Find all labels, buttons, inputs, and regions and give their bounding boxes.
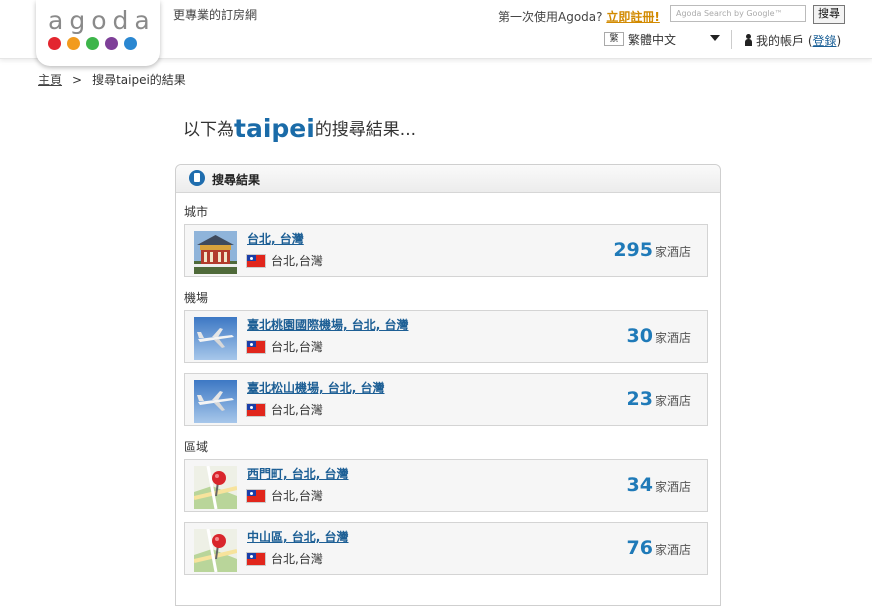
results-panel-header: 搜尋結果 xyxy=(176,165,720,193)
logo-dot-green xyxy=(86,37,99,50)
agoda-logo[interactable]: agoda xyxy=(36,0,160,66)
result-location: 台北,台灣 xyxy=(247,550,323,567)
logo-dots xyxy=(48,37,137,50)
hotel-count-number: 76 xyxy=(626,537,653,559)
breadcrumb: 主頁 > 搜尋taipei的結果 xyxy=(38,71,186,88)
breadcrumb-current: 搜尋taipei的結果 xyxy=(92,73,186,87)
logo-dot-orange xyxy=(67,37,80,50)
login-close-paren: ) xyxy=(836,34,842,48)
result-name-link[interactable]: 中山區, 台北, 台灣 xyxy=(247,528,348,545)
search-results-panel: 搜尋結果 城市 台北, 台灣 台北,台灣 295 家酒店 機場 臺北桃園國際機場… xyxy=(175,164,721,606)
result-row[interactable]: 臺北桃園國際機場, 台北, 台灣 台北,台灣 30 家酒店 xyxy=(184,310,708,363)
search-button[interactable]: 搜尋 xyxy=(813,5,845,24)
result-location: 台北,台灣 xyxy=(247,401,323,418)
login-link[interactable]: 登錄 xyxy=(813,34,837,48)
account-menu[interactable]: 我的帳戶 (登錄) xyxy=(744,32,841,49)
section-label-airport: 機場 xyxy=(184,291,209,305)
hotel-count: 295 家酒店 xyxy=(613,239,691,261)
breadcrumb-separator: > xyxy=(72,73,83,87)
tagline: 更專業的訂房網 xyxy=(173,8,258,22)
logo-dot-red xyxy=(48,37,61,50)
hotel-count: 23 家酒店 xyxy=(627,388,691,410)
result-location-text: 台北,台灣 xyxy=(271,254,323,268)
hotel-count-number: 23 xyxy=(626,388,653,410)
result-location-text: 台北,台灣 xyxy=(271,403,323,417)
hotel-count-unit: 家酒店 xyxy=(654,543,691,557)
hotel-count-unit: 家酒店 xyxy=(654,245,691,259)
result-row[interactable]: 台北, 台灣 台北,台灣 295 家酒店 xyxy=(184,224,708,277)
breadcrumb-home[interactable]: 主頁 xyxy=(38,73,62,87)
taiwan-flag-icon xyxy=(247,553,265,565)
page-title: 以下為taipei的搜尋結果... xyxy=(183,114,416,143)
register-link[interactable]: 立即註冊! xyxy=(606,10,659,24)
top-bar: agoda 更專業的訂房網 第一次使用Agoda? 立即註冊! Agoda Se… xyxy=(0,0,872,66)
result-name-link[interactable]: 台北, 台灣 xyxy=(247,230,304,247)
hotel-count: 34 家酒店 xyxy=(627,474,691,496)
result-location: 台北,台灣 xyxy=(247,252,323,269)
account-label: 我的帳戶 xyxy=(756,34,805,48)
hotel-count-unit: 家酒店 xyxy=(654,394,691,408)
section-label-city: 城市 xyxy=(184,205,209,219)
logo-dot-purple xyxy=(105,37,118,50)
taiwan-flag-icon xyxy=(247,490,265,502)
hotel-count-number: 34 xyxy=(626,474,653,496)
taiwan-flag-icon xyxy=(247,404,265,416)
logo-dot-blue xyxy=(124,37,137,50)
result-row[interactable]: 臺北松山機場, 台北, 台灣 台北,台灣 23 家酒店 xyxy=(184,373,708,426)
airplane-thumbnail xyxy=(194,317,237,360)
taiwan-flag-icon xyxy=(247,341,265,353)
hotel-count: 76 家酒店 xyxy=(627,537,691,559)
airplane-thumbnail xyxy=(194,380,237,423)
map-pin-thumbnail xyxy=(194,529,237,572)
result-name-link[interactable]: 臺北桃園國際機場, 台北, 台灣 xyxy=(247,316,408,333)
result-name-link[interactable]: 臺北松山機場, 台北, 台灣 xyxy=(247,379,384,396)
title-prefix: 以下為 xyxy=(183,120,234,140)
chevron-down-icon xyxy=(710,35,720,41)
taiwan-flag-icon xyxy=(247,255,265,267)
result-name-link[interactable]: 西門町, 台北, 台灣 xyxy=(247,465,348,482)
map-pin-thumbnail xyxy=(194,466,237,509)
section-label-district: 區域 xyxy=(184,440,209,454)
first-time-text: 第一次使用Agoda? xyxy=(498,10,603,24)
city-building-thumbnail xyxy=(194,231,237,274)
header-divider xyxy=(731,30,732,49)
result-location-text: 台北,台灣 xyxy=(271,489,323,503)
results-panel-title: 搜尋結果 xyxy=(212,173,261,187)
title-suffix: 的搜尋結果... xyxy=(314,120,417,140)
hotel-count-unit: 家酒店 xyxy=(654,480,691,494)
language-label: 繁體中文 xyxy=(628,33,677,47)
language-selector[interactable]: 繁 繁體中文 xyxy=(604,31,722,47)
document-icon xyxy=(189,170,205,186)
result-row[interactable]: 中山區, 台北, 台灣 台北,台灣 76 家酒店 xyxy=(184,522,708,575)
hotel-count-number: 30 xyxy=(626,325,653,347)
result-row[interactable]: 西門町, 台北, 台灣 台北,台灣 34 家酒店 xyxy=(184,459,708,512)
first-time-prompt: 第一次使用Agoda? 立即註冊! xyxy=(498,8,660,25)
user-icon xyxy=(744,34,753,46)
site-search-input[interactable]: Agoda Search by Google™ xyxy=(670,5,806,22)
hotel-count-unit: 家酒店 xyxy=(654,331,691,345)
search-query: taipei xyxy=(234,114,315,143)
result-location-text: 台北,台灣 xyxy=(271,552,323,566)
logo-wordmark: agoda xyxy=(48,6,156,35)
hotel-count: 30 家酒店 xyxy=(627,325,691,347)
result-location: 台北,台灣 xyxy=(247,338,323,355)
language-icon: 繁 xyxy=(604,32,624,46)
hotel-count-number: 295 xyxy=(613,239,653,261)
result-location: 台北,台灣 xyxy=(247,487,323,504)
result-location-text: 台北,台灣 xyxy=(271,340,323,354)
